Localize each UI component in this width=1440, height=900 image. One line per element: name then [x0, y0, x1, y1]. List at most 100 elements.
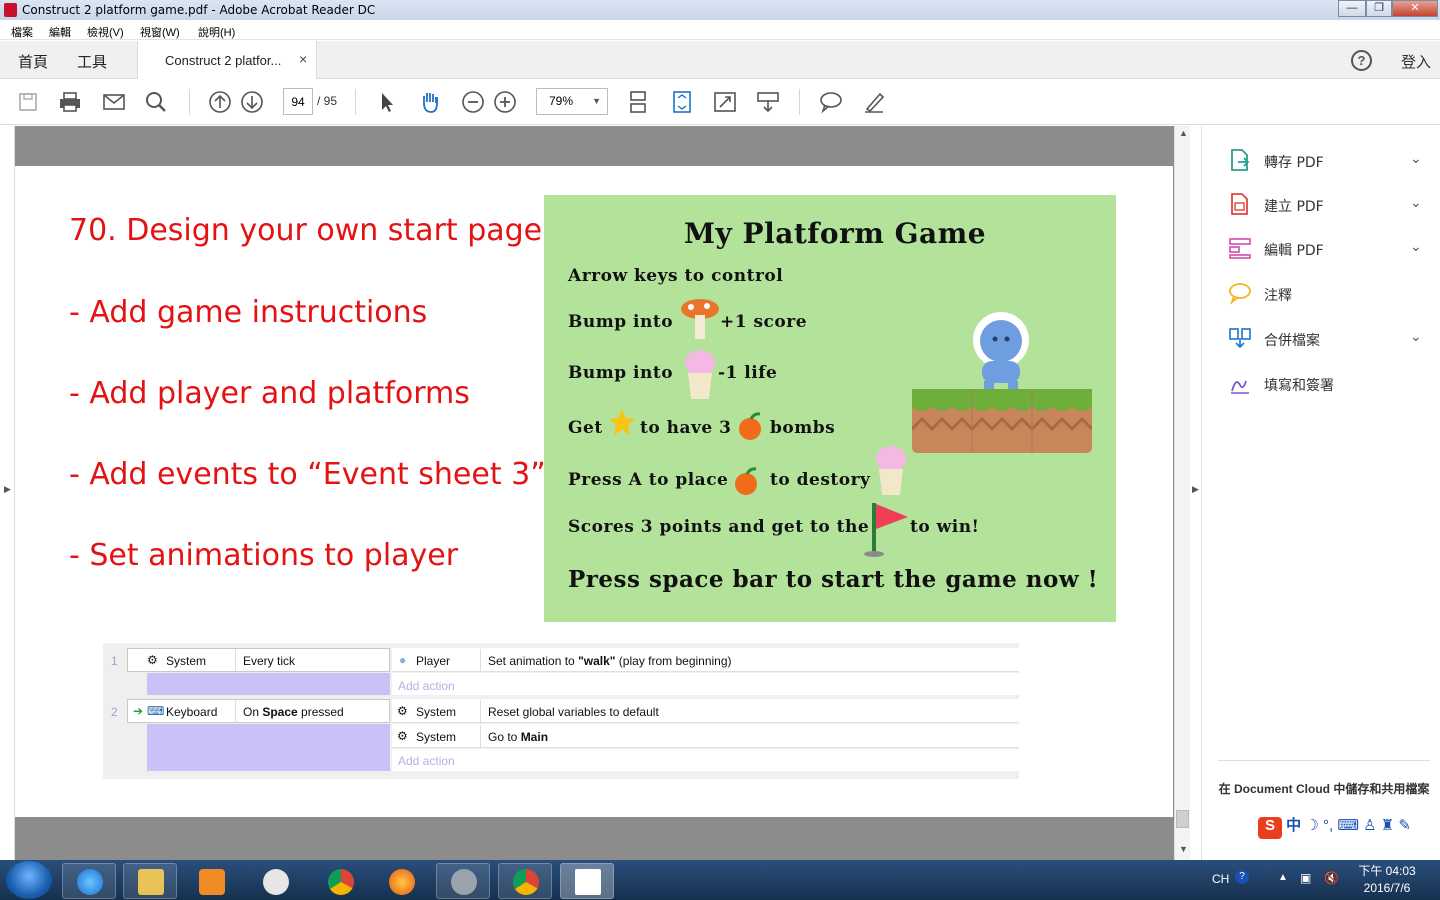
document-cloud-promo[interactable]: 在 Document Cloud 中儲存和共用檔案 — [1218, 782, 1430, 797]
punctuation-icon[interactable]: °, — [1323, 817, 1333, 834]
keyboard-icon[interactable]: ⌨ — [1337, 817, 1359, 834]
tool-fill-sign[interactable]: 填寫和簽署 — [1228, 371, 1428, 397]
moon-icon[interactable]: ☽ — [1305, 817, 1318, 834]
scroll-down-icon[interactable]: ▼ — [1179, 844, 1188, 854]
select-cursor-icon[interactable] — [374, 89, 400, 115]
close-window-button[interactable]: ✕ — [1392, 0, 1438, 17]
time: 下午 04:03 — [1358, 864, 1416, 878]
title-bar: Construct 2 platform game.pdf - Adobe Ac… — [0, 0, 1440, 20]
vertical-scrollbar[interactable]: ▲ ▼ — [1174, 126, 1190, 860]
menu-file[interactable]: 檔案 — [11, 24, 33, 40]
explorer-taskbar-icon[interactable] — [123, 863, 177, 899]
tool-edit-pdf[interactable]: 編輯 PDF ⌄ — [1228, 236, 1428, 262]
ime-toolbar[interactable]: S 中 ☽ °, ⌨ ♙ ♜ ✎ — [1258, 814, 1411, 839]
menu-edit[interactable]: 編輯 — [49, 24, 71, 40]
read-mode-icon[interactable] — [755, 89, 781, 115]
chevron-down-icon[interactable]: ⌄ — [1410, 194, 1422, 211]
save-icon[interactable] — [15, 89, 41, 115]
chrome-taskbar-icon[interactable] — [313, 863, 367, 899]
left-panel-toggle[interactable]: ▶ — [0, 126, 15, 860]
ie-taskbar-icon[interactable] — [62, 863, 116, 899]
help-icon[interactable]: ? — [1351, 50, 1372, 71]
scroll-up-icon[interactable]: ▲ — [1179, 128, 1188, 138]
tool-create-pdf[interactable]: 建立 PDF ⌄ — [1228, 192, 1428, 218]
tool-label: 注釋 — [1264, 288, 1292, 304]
game-line-press-a: Press A to place — [568, 470, 729, 490]
menu-view[interactable]: 檢視(V) — [87, 24, 124, 40]
chevron-down-icon[interactable]: ⌄ — [1410, 150, 1422, 167]
menu-help[interactable]: 說明(H) — [198, 24, 235, 40]
tray-expand-icon[interactable]: ▲ — [1278, 872, 1288, 883]
game-line-score: +1 score — [720, 312, 808, 332]
action-row[interactable] — [392, 699, 1019, 723]
right-panel-toggle[interactable]: ▶ — [1190, 126, 1202, 860]
action-row[interactable] — [392, 724, 1019, 748]
hand-tool-icon[interactable] — [417, 89, 443, 115]
menu-window[interactable]: 視窗(W) — [140, 24, 180, 40]
game-line-bump-b: Bump into — [568, 363, 674, 383]
scroll-thumb[interactable] — [1176, 810, 1189, 828]
bullet-events: - Add events to “Event sheet 3” — [69, 457, 546, 492]
game-line-have: to have 3 — [640, 418, 732, 438]
chrome-window-taskbar-icon[interactable] — [498, 863, 552, 899]
game-line-destroy: to destory — [770, 470, 871, 490]
zoom-out-icon[interactable] — [460, 89, 486, 115]
tool-comment[interactable]: 注釋 — [1228, 281, 1428, 307]
toolbar: / 95 79% ▼ — [0, 79, 1440, 125]
add-action-link[interactable]: Add action — [398, 679, 455, 693]
tool-combine-files[interactable]: 合併檔案 ⌄ — [1228, 326, 1428, 352]
comment-icon[interactable] — [818, 89, 844, 115]
signin-link[interactable]: 登入 — [1401, 51, 1431, 72]
tab-document[interactable]: Construct 2 platfor... × — [137, 41, 317, 79]
close-tab-icon[interactable]: × — [299, 51, 307, 67]
wrench-icon[interactable]: ✎ — [1398, 817, 1411, 834]
sign-pen-icon[interactable] — [861, 89, 887, 115]
add-action-row[interactable] — [392, 749, 1019, 771]
tab-tools[interactable]: 工具 — [77, 51, 107, 72]
help-tray-icon[interactable]: ? — [1235, 870, 1249, 884]
add-action-link[interactable]: Add action — [398, 754, 455, 768]
tool-export-pdf[interactable]: 轉存 PDF ⌄ — [1228, 148, 1428, 174]
network-icon[interactable]: ▣ — [1300, 871, 1311, 885]
construct2-taskbar-icon[interactable] — [436, 863, 490, 899]
media-player-taskbar-icon[interactable] — [184, 863, 238, 899]
tab-bar: 首頁 工具 Construct 2 platfor... × ? 登入 — [0, 41, 1440, 79]
next-page-icon[interactable] — [239, 89, 265, 115]
user-icon[interactable]: ♙ — [1363, 817, 1376, 834]
acrobat-taskbar-icon[interactable] — [560, 863, 614, 899]
flag-icon — [864, 503, 908, 557]
start-button[interactable] — [6, 861, 52, 899]
zoom-select[interactable]: 79% ▼ — [536, 88, 608, 115]
date: 2016/7/6 — [1363, 881, 1411, 895]
game-title: My Platform Game — [684, 217, 987, 250]
minimize-button[interactable]: — — [1338, 0, 1366, 17]
shirt-icon[interactable]: ♜ — [1381, 817, 1394, 834]
tool-label: 轉存 PDF — [1264, 155, 1324, 171]
chevron-down-icon[interactable]: ⌄ — [1410, 328, 1422, 345]
search-icon[interactable] — [143, 89, 169, 115]
previous-page-icon[interactable] — [207, 89, 233, 115]
tab-home[interactable]: 首頁 — [18, 51, 48, 72]
export-pdf-icon — [1231, 149, 1250, 171]
ime-mode[interactable]: 中 — [1286, 817, 1301, 834]
firefox-taskbar-icon[interactable] — [374, 863, 428, 899]
ime-logo-icon: S — [1258, 817, 1282, 839]
clock[interactable]: 下午 04:03 2016/7/6 — [1352, 863, 1422, 897]
page-number-input[interactable] — [283, 88, 313, 115]
combine-files-icon — [1229, 328, 1251, 349]
maximize-button[interactable]: ❐ — [1366, 0, 1392, 17]
add-action-row[interactable] — [392, 673, 1019, 695]
zoom-in-icon[interactable] — [492, 89, 518, 115]
scroll-mode-icon[interactable] — [625, 89, 651, 115]
chevron-down-icon[interactable]: ⌄ — [1410, 238, 1422, 255]
page-total: / 95 — [317, 94, 338, 108]
email-icon[interactable] — [101, 89, 127, 115]
print-icon[interactable] — [57, 89, 83, 115]
snipping-tool-taskbar-icon[interactable] — [248, 863, 302, 899]
fit-page-icon[interactable] — [669, 89, 695, 115]
volume-muted-icon[interactable]: 🔇 — [1324, 871, 1339, 885]
player-alien-icon — [973, 312, 1029, 390]
full-screen-icon[interactable] — [712, 89, 738, 115]
tools-panel: 轉存 PDF ⌄ 建立 PDF ⌄ 編輯 PDF ⌄ 注釋 合併檔案 ⌄ 填寫和… — [1202, 126, 1440, 860]
language-indicator[interactable]: CH — [1212, 872, 1229, 886]
